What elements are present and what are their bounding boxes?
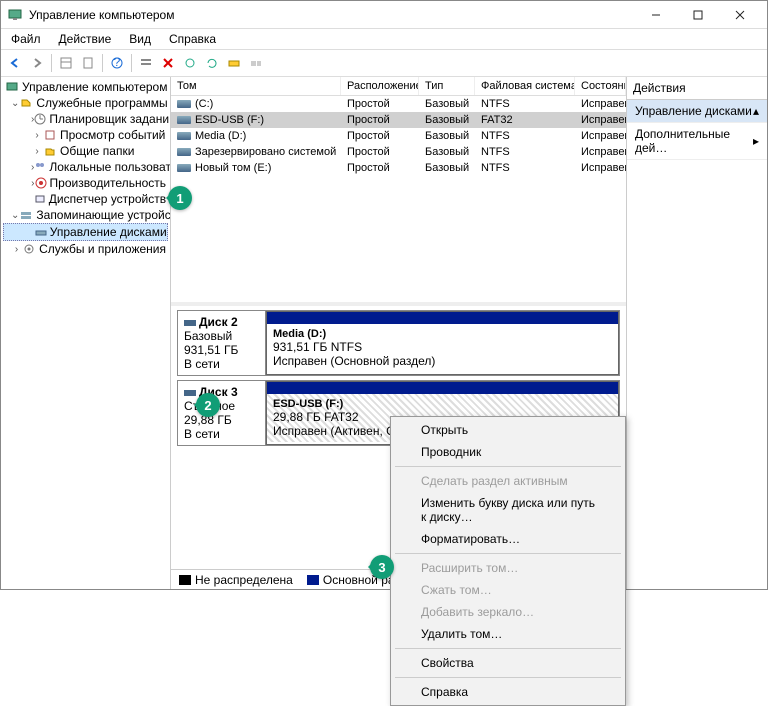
menu-open[interactable]: Открыть [393, 419, 623, 441]
svg-text:?: ? [114, 56, 121, 69]
disk-row[interactable]: Диск 2 Базовый 931,51 ГБ В сети Media (D… [177, 310, 620, 376]
menu-change-letter[interactable]: Изменить букву диска или путь к диску… [393, 492, 623, 528]
separator-icon [395, 677, 621, 678]
expand-icon[interactable]: › [31, 130, 43, 141]
table-row[interactable]: Новый том (E:)ПростойБазовыйNTFSИсправен… [171, 160, 626, 176]
menu-explorer[interactable]: Проводник [393, 441, 623, 463]
maximize-button[interactable] [677, 2, 719, 28]
tree-item-disk-management[interactable]: Управление дисками [3, 223, 168, 241]
volume-icon [177, 164, 191, 172]
tree-group-utilities[interactable]: ⌄Служебные программы [3, 95, 168, 111]
column-header[interactable]: Тип [419, 77, 475, 95]
separator-icon [51, 54, 52, 72]
tree-group-storage[interactable]: ⌄Запоминающие устройст [3, 207, 168, 223]
tree-item[interactable]: ›Производительность [3, 175, 168, 191]
separator-icon [395, 648, 621, 649]
collapse-icon: ▴ [753, 104, 759, 118]
context-menu: Открыть Проводник Сделать раздел активны… [390, 416, 626, 706]
window-title: Управление компьютером [29, 8, 635, 22]
close-button[interactable] [719, 2, 761, 28]
expand-icon: ▸ [753, 134, 759, 148]
menu-file[interactable]: Файл [5, 30, 47, 48]
column-header[interactable]: Файловая система [475, 77, 575, 95]
annotation-callout-2: 2 [196, 393, 220, 417]
navigation-tree[interactable]: Управление компьютером (л ⌄Служебные про… [1, 77, 171, 589]
actions-more[interactable]: Дополнительные дей…▸ [627, 123, 767, 160]
volume-icon [177, 100, 191, 108]
menu-make-active: Сделать раздел активным [393, 470, 623, 492]
menu-view[interactable]: Вид [123, 30, 157, 48]
disk-info: Диск 2 Базовый 931,51 ГБ В сети [178, 311, 266, 375]
table-header: Том Расположение Тип Файловая система Со… [171, 77, 626, 96]
menu-mirror: Добавить зеркало… [393, 601, 623, 623]
help-button[interactable]: ? [107, 53, 127, 73]
menu-help[interactable]: Справка [393, 681, 623, 703]
content-area: Управление компьютером (л ⌄Служебные про… [1, 77, 767, 589]
titlebar: Управление компьютером [1, 1, 767, 29]
expand-icon[interactable]: › [11, 244, 22, 255]
tree-item[interactable]: Диспетчер устройств [3, 191, 168, 207]
annotation-callout-1: 1 [168, 186, 192, 210]
list-icon[interactable] [136, 53, 156, 73]
menu-properties[interactable]: Свойства [393, 652, 623, 674]
legend-swatch-unallocated [179, 575, 191, 585]
tree-group-services[interactable]: ›Службы и приложения [3, 241, 168, 257]
properties-button[interactable] [78, 53, 98, 73]
tree-item[interactable]: ›Локальные пользоват [3, 159, 168, 175]
separator-icon [102, 54, 103, 72]
separator-icon [131, 54, 132, 72]
tree-item[interactable]: ›Планировщик задани [3, 111, 168, 127]
tree-item[interactable]: ›Просмотр событий [3, 127, 168, 143]
menu-help[interactable]: Справка [163, 30, 222, 48]
separator-icon [395, 553, 621, 554]
menu-format[interactable]: Форматировать… [393, 528, 623, 550]
separator-icon [395, 466, 621, 467]
view-button[interactable] [56, 53, 76, 73]
table-row[interactable]: ESD-USB (F:)ПростойБазовыйFAT32Исправен … [171, 112, 626, 128]
actions-pane: Действия Управление дисками▴ Дополнитель… [627, 77, 767, 589]
expand-icon[interactable]: › [31, 146, 43, 157]
menu-shrink: Сжать том… [393, 579, 623, 601]
back-button[interactable] [5, 53, 25, 73]
collapse-icon[interactable]: ⌄ [11, 98, 19, 109]
tree-item[interactable]: ›Общие папки [3, 143, 168, 159]
volume-icon [177, 116, 191, 124]
annotation-callout-3: 3 [370, 555, 394, 579]
collapse-icon[interactable]: ⌄ [11, 210, 19, 221]
menubar: Файл Действие Вид Справка [1, 29, 767, 49]
column-header[interactable]: Том [171, 77, 341, 95]
disk-info: Диск 3 Съемное 29,88 ГБ В сети [178, 381, 266, 445]
refresh-icon[interactable] [202, 53, 222, 73]
volume-icon [177, 132, 191, 140]
volume-list[interactable]: Том Расположение Тип Файловая система Со… [171, 77, 626, 302]
table-row[interactable]: Media (D:)ПростойБазовыйNTFSИсправен (Ос… [171, 128, 626, 144]
column-header[interactable]: Состояние [575, 77, 626, 95]
tree-root[interactable]: Управление компьютером (л [3, 79, 168, 95]
settings-icon[interactable] [180, 53, 200, 73]
partition-icon[interactable] [246, 53, 266, 73]
legend-swatch-primary [307, 575, 319, 585]
menu-delete-volume[interactable]: Удалить том… [393, 623, 623, 645]
table-row[interactable]: Зарезервировано системойПростойБазовыйNT… [171, 144, 626, 160]
menu-extend: Расширить том… [393, 557, 623, 579]
column-header[interactable]: Расположение [341, 77, 419, 95]
app-icon [7, 7, 23, 23]
toolbar: ? [1, 49, 767, 77]
forward-button[interactable] [27, 53, 47, 73]
disk-icon[interactable] [224, 53, 244, 73]
actions-header: Действия [627, 77, 767, 100]
partition[interactable]: Media (D:)931,51 ГБ NTFSИсправен (Основн… [266, 311, 619, 375]
computer-management-window: Управление компьютером Файл Действие Вид… [0, 0, 768, 590]
menu-action[interactable]: Действие [53, 30, 118, 48]
volume-icon [177, 148, 191, 156]
table-row[interactable]: (C:)ПростойБазовыйNTFSИсправен (Загрузка… [171, 96, 626, 112]
window-controls [635, 2, 761, 28]
delete-icon[interactable] [158, 53, 178, 73]
minimize-button[interactable] [635, 2, 677, 28]
actions-category[interactable]: Управление дисками▴ [627, 100, 767, 123]
